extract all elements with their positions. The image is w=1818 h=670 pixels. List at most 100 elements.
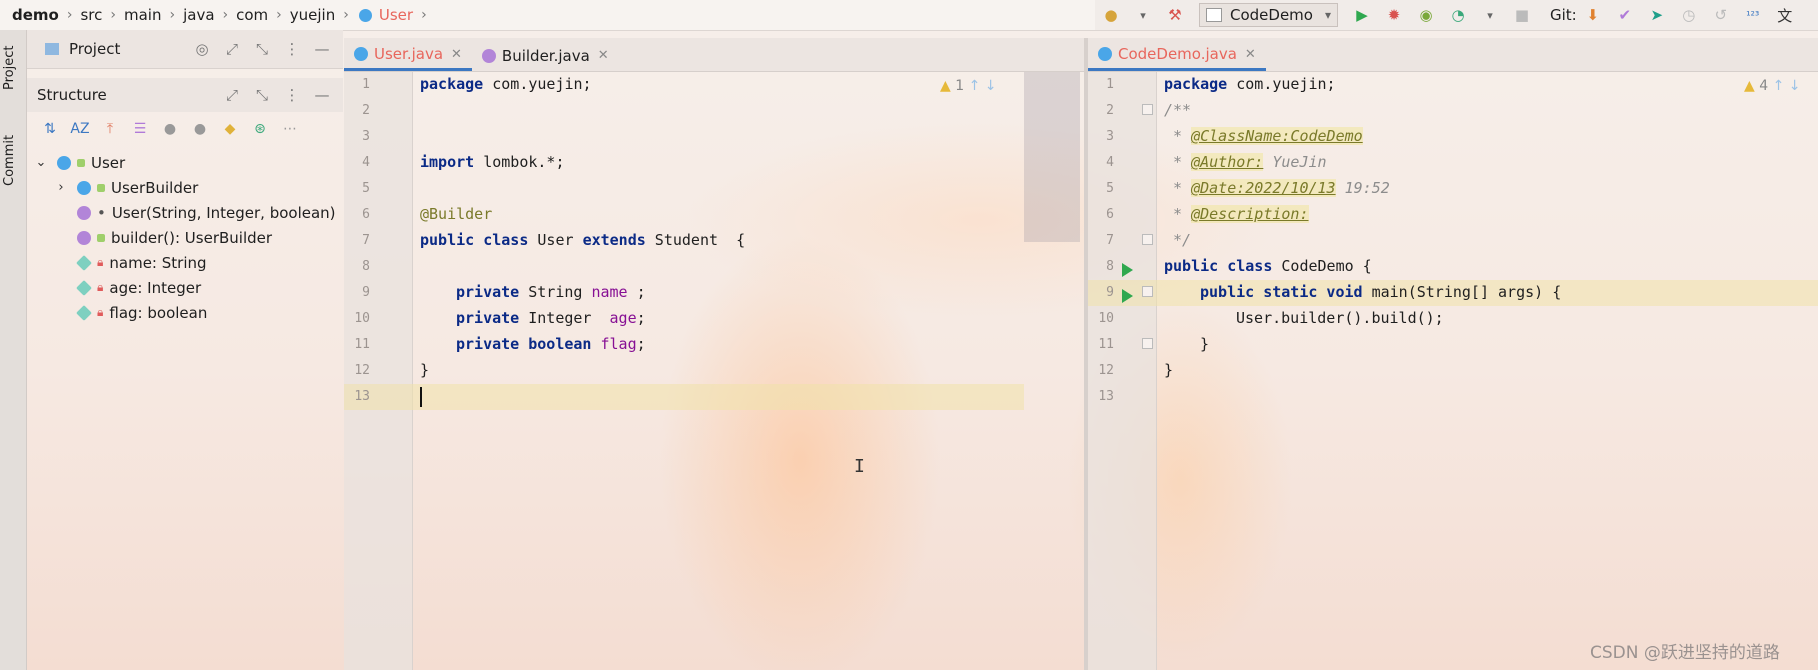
tree-item-constructor[interactable]: • User(String, Integer, boolean)	[27, 200, 343, 225]
public-icon	[77, 158, 85, 167]
chevron-right-icon: ›	[169, 7, 176, 23]
coverage-icon[interactable]: ◉	[1413, 2, 1439, 28]
class-icon	[1098, 47, 1112, 61]
chevron-down-icon[interactable]: ▾	[1130, 2, 1156, 28]
line-number: 8	[362, 259, 370, 274]
chevron-right-icon: ›	[66, 7, 73, 23]
more-icon[interactable]: ⋯	[275, 121, 305, 137]
code-minimap[interactable]	[1024, 72, 1080, 242]
fold-icon[interactable]	[1142, 338, 1153, 349]
side-tab-commit[interactable]: Commit	[2, 130, 24, 190]
tab-label: CodeDemo.java	[1118, 45, 1237, 63]
more-options-icon[interactable]: ⋮	[277, 86, 307, 104]
show-properties-icon[interactable]: ●	[155, 121, 185, 137]
debug-icon[interactable]: ✹	[1381, 2, 1407, 28]
history-icon[interactable]: ◷	[1676, 2, 1702, 28]
chevron-right-icon[interactable]: ›	[53, 180, 69, 195]
fold-icon[interactable]	[1142, 234, 1153, 245]
close-icon[interactable]: ✕	[451, 47, 462, 62]
run-class-icon[interactable]	[1122, 263, 1133, 277]
git-commit-icon[interactable]: ✔	[1612, 2, 1638, 28]
close-icon[interactable]: ✕	[598, 48, 609, 63]
tree-item-field-age[interactable]: 🔒︎ age: Integer	[27, 275, 343, 300]
chevron-right-icon: ›	[222, 7, 229, 23]
chevron-right-icon: ›	[421, 7, 427, 23]
code-editor-left[interactable]: package com.yuejin; import lombok.*; @Bu…	[412, 72, 1024, 670]
structure-tree: ⌄ User › UserBuilder • User(String, Inte…	[27, 150, 343, 325]
field-icon	[76, 304, 92, 321]
tree-item-field-flag[interactable]: 🔒︎ flag: boolean	[27, 300, 343, 325]
tab-codedemo-java[interactable]: CodeDemo.java ✕	[1088, 40, 1266, 71]
close-icon[interactable]: ✕	[1245, 47, 1256, 62]
fold-icon[interactable]	[1142, 286, 1153, 297]
hammer-icon[interactable]: ⚒	[1162, 2, 1188, 28]
sort-alpha-icon[interactable]: AZ	[65, 121, 95, 137]
tree-item-builder-method[interactable]: builder(): UserBuilder	[27, 225, 343, 250]
run-method-icon[interactable]	[1122, 289, 1133, 303]
code-line-4: import lombok.*;	[420, 153, 565, 171]
collapse-icon[interactable]: ⤡	[247, 40, 277, 58]
run-configuration-label: CodeDemo	[1230, 6, 1313, 24]
breadcrumb-item-main[interactable]: main	[120, 6, 165, 24]
target-icon[interactable]: ◎	[187, 40, 217, 58]
git-push-icon[interactable]: ➤	[1644, 2, 1670, 28]
tree-item-label: age: Integer	[109, 278, 202, 297]
code-line-1: package com.yuejin;	[420, 75, 592, 93]
breadcrumb-item-user[interactable]: User	[375, 6, 417, 24]
expand-icon[interactable]: ⤢	[217, 86, 247, 104]
chevron-right-icon: ›	[110, 7, 116, 23]
expand-icon[interactable]: ⤢	[217, 40, 247, 58]
code-editor-right[interactable]: package com.yuejin; /** * @ClassName:Cod…	[1156, 72, 1818, 670]
profile-icon[interactable]: ◔	[1445, 2, 1471, 28]
line-number: 5	[1106, 181, 1114, 196]
fold-icon[interactable]	[1142, 104, 1153, 115]
run-configuration-select[interactable]: CodeDemo ▾	[1199, 3, 1338, 27]
autoscroll-icon[interactable]: ⊛	[245, 121, 275, 137]
code-line-10: private Integer age;	[456, 309, 646, 327]
structure-panel-header: Structure ⤢ ⤡ ⋮ —	[27, 78, 343, 112]
show-fields-icon[interactable]: ☰	[125, 121, 155, 137]
collapse-icon[interactable]: ⤡	[247, 86, 277, 104]
breadcrumb-item-demo[interactable]: demo	[8, 6, 63, 24]
breadcrumb-item-java[interactable]: java	[179, 6, 218, 24]
warning-indicator[interactable]: ▲ 4 ↑ ↓	[1744, 78, 1801, 94]
translate-icon[interactable]: 文	[1772, 2, 1798, 28]
minimize-icon[interactable]: —	[307, 86, 337, 104]
breadcrumb-item-yuejin[interactable]: yuejin	[286, 6, 339, 24]
tab-builder-java[interactable]: Builder.java ✕	[472, 40, 619, 71]
code-line-8: public class CodeDemo {	[1164, 257, 1372, 275]
line-number: 11	[354, 337, 370, 352]
show-lambdas-icon[interactable]: ●	[185, 121, 215, 137]
tree-item-label: UserBuilder	[111, 178, 199, 197]
stop-icon[interactable]: ■	[1509, 2, 1535, 28]
constructor-icon	[77, 205, 91, 220]
run-icon[interactable]: ▶	[1349, 2, 1375, 28]
breadcrumb: demo › src › main › java › com › yuejin › User…	[0, 6, 431, 24]
watermark: CSDN @跃进坚持的道路	[1590, 643, 1780, 663]
field-icon	[76, 279, 92, 296]
rollback-icon[interactable]: ↺	[1708, 2, 1734, 28]
tree-item-user-class[interactable]: ⌄ User	[27, 150, 343, 175]
sort-visibility-icon[interactable]: ⇅	[35, 121, 65, 137]
tree-item-field-name[interactable]: 🔒︎ name: String	[27, 250, 343, 275]
breadcrumb-item-src[interactable]: src	[76, 6, 106, 24]
user-icon[interactable]: ●	[1098, 2, 1124, 28]
warning-indicator[interactable]: ▲ 1 ↑ ↓	[940, 78, 997, 94]
code-line-1: package com.yuejin;	[1164, 75, 1336, 93]
chevron-down-icon[interactable]: ▾	[1477, 2, 1503, 28]
tree-item-userbuilder[interactable]: › UserBuilder	[27, 175, 343, 200]
class-icon	[358, 8, 372, 22]
line-number: 6	[1106, 207, 1114, 222]
tab-user-java[interactable]: User.java ✕	[344, 40, 472, 71]
minimize-icon[interactable]: —	[307, 40, 337, 58]
chevron-down-icon[interactable]: ⌄	[33, 155, 49, 170]
line-number: 9	[362, 285, 370, 300]
numbers-icon[interactable]: ¹²³	[1740, 2, 1766, 28]
git-update-icon[interactable]: ⬇	[1580, 2, 1606, 28]
show-non-public-icon[interactable]: ◆	[215, 121, 245, 137]
side-tab-project[interactable]: Project	[2, 38, 24, 98]
breadcrumb-item-com[interactable]: com	[232, 6, 272, 24]
more-options-icon[interactable]: ⋮	[277, 40, 307, 58]
project-panel-title[interactable]: Project	[69, 40, 120, 58]
show-inherited-icon[interactable]: ⤒	[95, 121, 125, 137]
